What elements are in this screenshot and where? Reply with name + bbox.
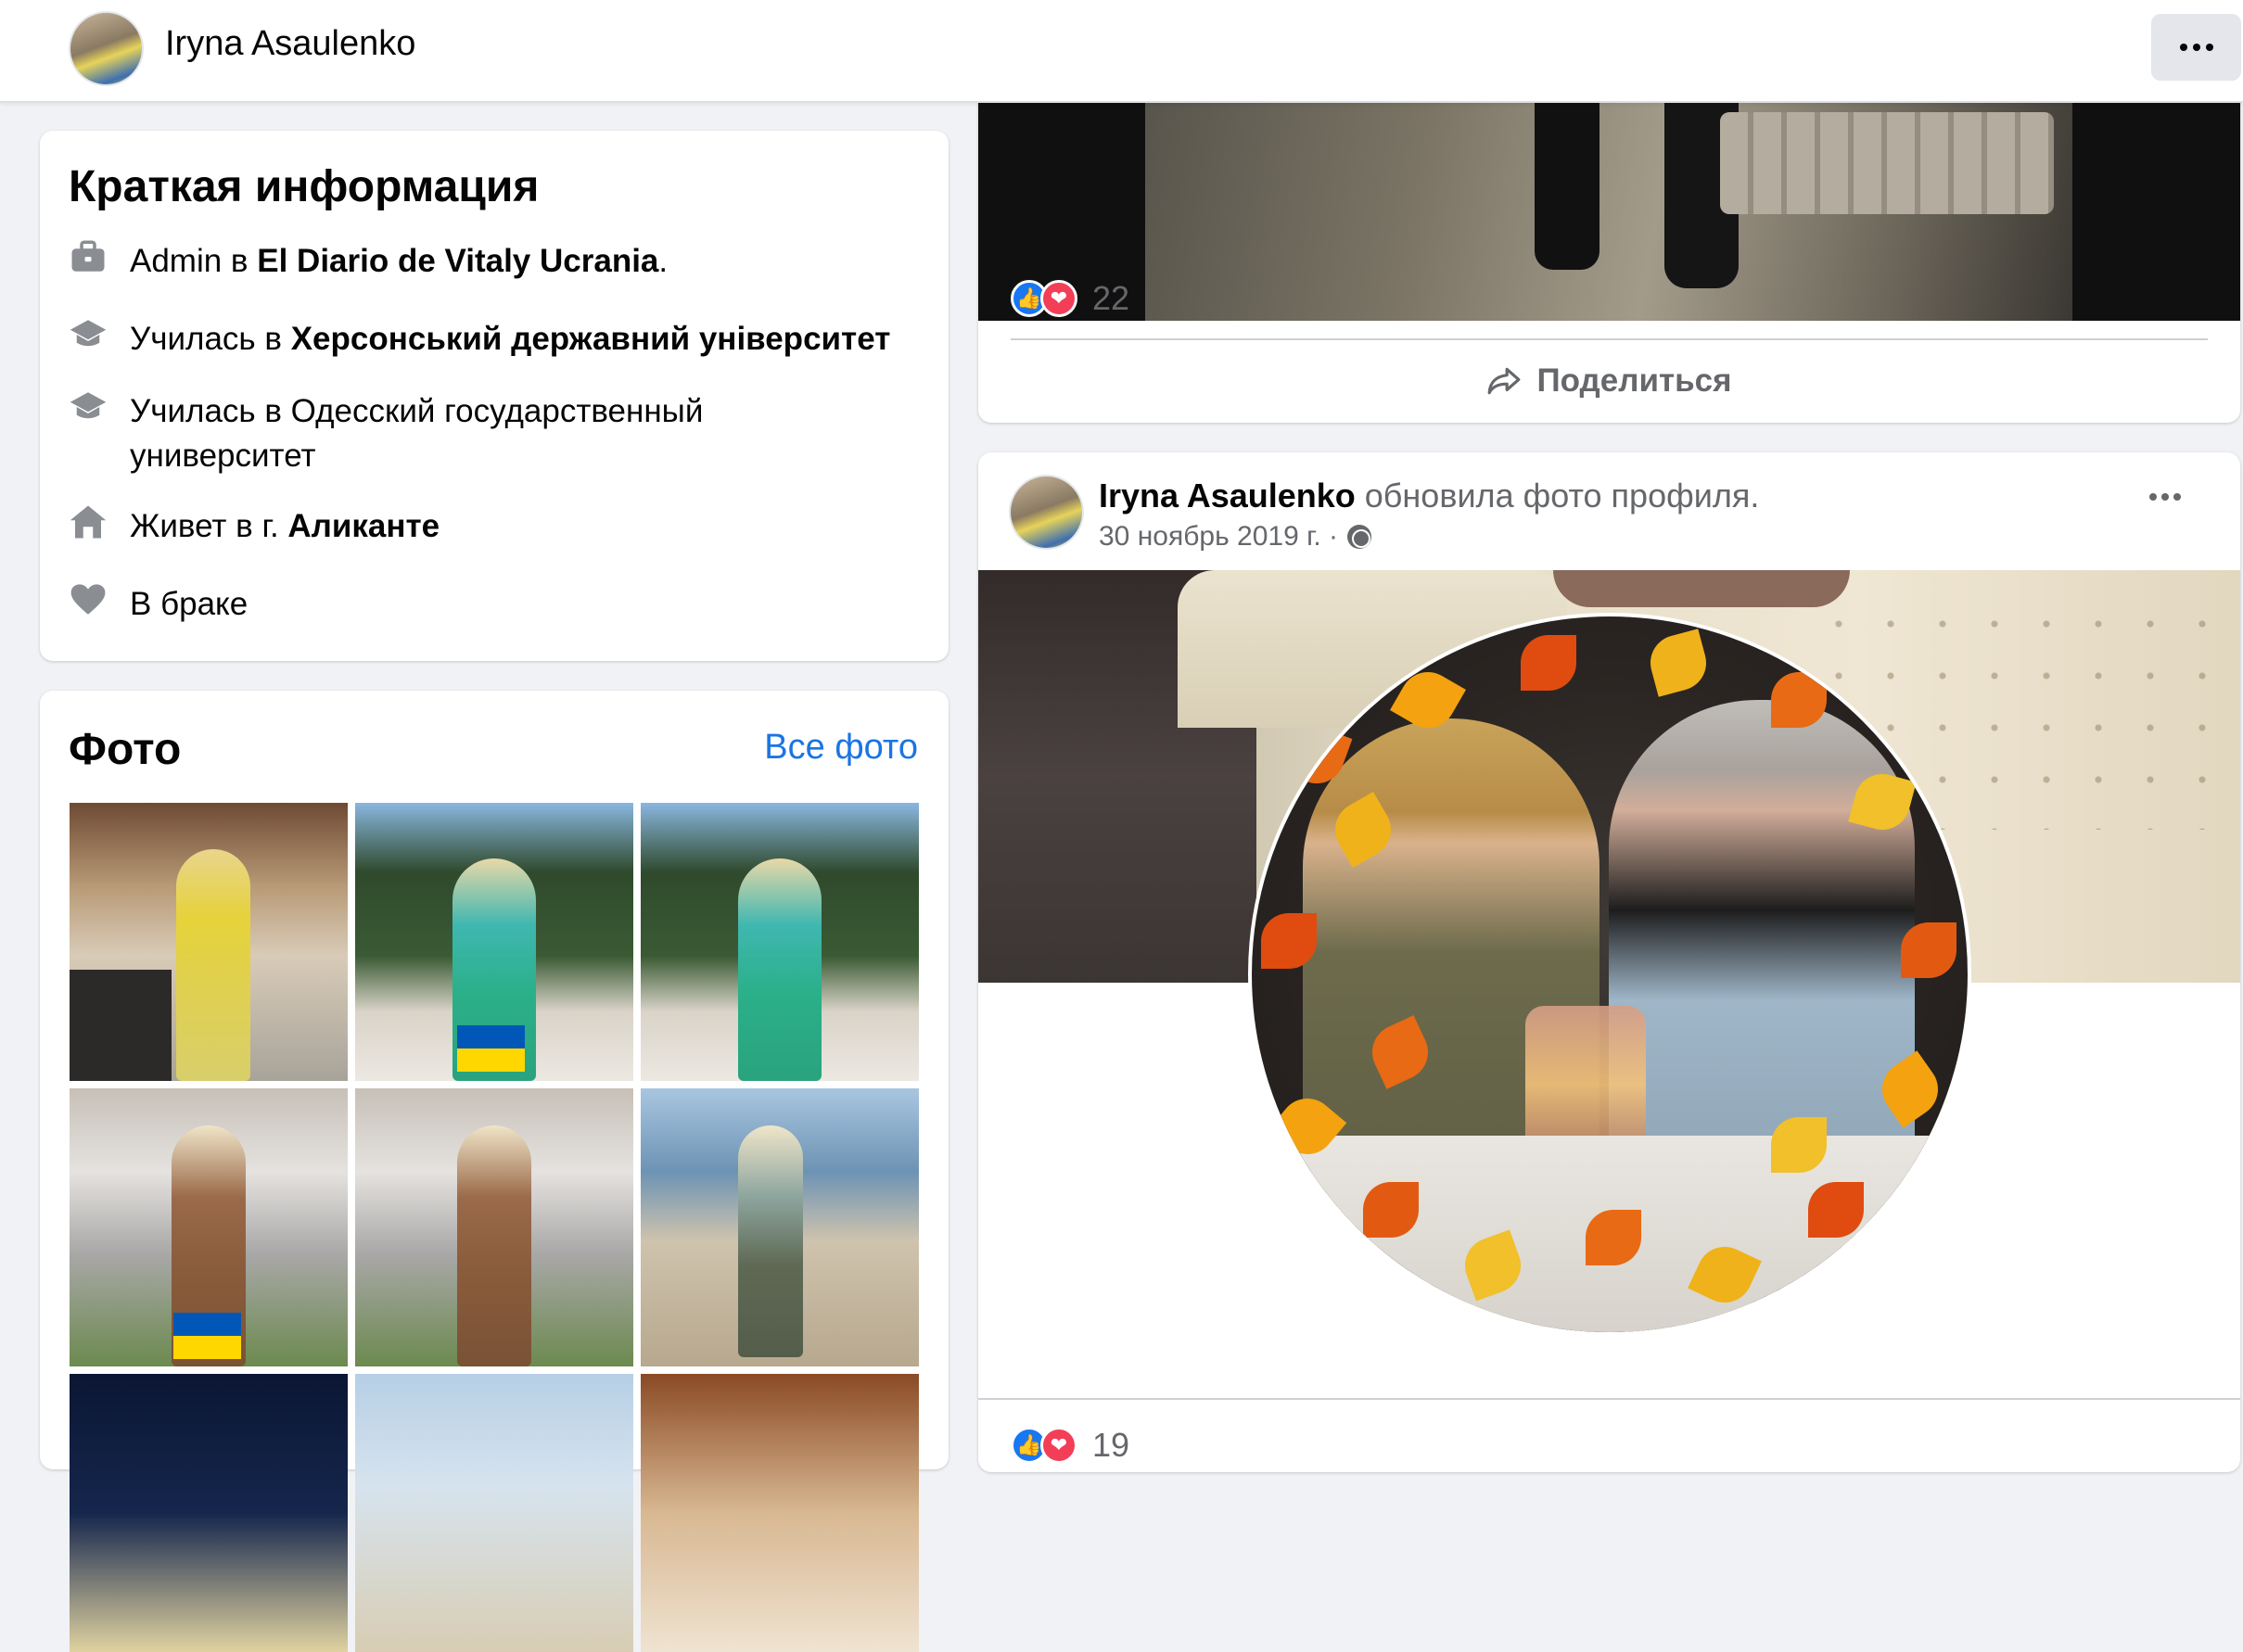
intro-location-link[interactable]: Аликанте [287, 508, 440, 544]
post-author-avatar[interactable] [1009, 475, 1084, 550]
photo-thumbnail[interactable] [70, 1374, 348, 1652]
intro-edu2-line1: Училась в Одесский государственный [130, 393, 704, 429]
briefcase-icon [71, 240, 105, 272]
photo-thumbnail[interactable] [355, 1088, 633, 1366]
profile-avatar[interactable] [69, 11, 144, 86]
reactions-summary[interactable]: 👍 ❤ 19 [1011, 1426, 1129, 1465]
intro-item-education-2: Училась в Одесский государственный универ… [69, 389, 703, 478]
ellipsis-icon-dot [2161, 493, 2169, 501]
ellipsis-icon-dot [2192, 44, 2200, 51]
intro-item-work: Admin в El Diario de Vitaly Ucrania. [69, 239, 668, 284]
post-action-text: обновила фото профиля. [1355, 477, 1760, 515]
heart-icon [70, 584, 106, 615]
love-reaction-icon: ❤ [1040, 1427, 1077, 1464]
photo-thumbnail[interactable] [355, 803, 633, 1081]
photo-thumbnail[interactable] [641, 1374, 919, 1652]
profile-name[interactable]: Iryna Asaulenko [165, 24, 415, 64]
ellipsis-icon [2179, 44, 2187, 51]
intro-edu1-link[interactable]: Херсонський державний університет [291, 321, 891, 357]
divider [1011, 338, 2208, 340]
intro-work-link[interactable]: El Diario de Vitaly Ucrania [257, 243, 658, 279]
intro-item-relationship: В браке [69, 582, 248, 627]
intro-item-location: Живет в г. Аликанте [69, 504, 440, 549]
post-options-button[interactable] [2149, 493, 2181, 501]
home-icon [70, 505, 107, 539]
post-photo[interactable] [978, 103, 2240, 321]
all-photos-link[interactable]: Все фото [764, 728, 918, 768]
ukraine-flag-icon [173, 1313, 241, 1359]
graduation-cap-icon [70, 320, 107, 347]
reaction-count: 19 [1092, 1426, 1130, 1464]
ellipsis-icon-dot [2173, 493, 2181, 501]
post-author-name[interactable]: Iryna Asaulenko [1099, 477, 1356, 515]
feed-post: 👍 ❤ 22 Поделиться [978, 65, 2240, 423]
intro-title: Краткая информация [69, 162, 540, 211]
intro-location-prefix: Живет в г. [130, 508, 288, 544]
intro-work-prefix: Admin в [130, 243, 258, 279]
love-reaction-icon: ❤ [1040, 280, 1077, 317]
photo-thumbnail[interactable] [355, 1374, 633, 1652]
post-header: Iryna Asaulenko обновила фото профиля. [1099, 477, 1759, 515]
feed-post: Iryna Asaulenko обновила фото профиля. 3… [978, 452, 2240, 1472]
intro-edu1-prefix: Училась в [130, 321, 291, 357]
profile-picture-circle[interactable] [1248, 613, 1971, 1336]
post-timestamp[interactable]: 30 ноябрь 2019 г. · [1099, 521, 1372, 553]
intro-relationship-text: В браке [130, 586, 249, 622]
profile-header-bar: Iryna Asaulenko [0, 0, 2243, 103]
photo-thumbnail[interactable] [641, 1088, 919, 1366]
share-icon [1488, 367, 1521, 395]
divider [978, 1398, 2240, 1400]
share-label: Поделиться [1536, 362, 1732, 399]
more-options-button[interactable] [2151, 14, 2241, 81]
photos-title: Фото [69, 725, 182, 774]
intro-item-education-1: Училась в Херсонський державний універси… [69, 317, 890, 362]
photo-thumbnail[interactable] [70, 803, 348, 1081]
graduation-cap-icon [70, 392, 107, 419]
photo-thumbnail[interactable] [641, 803, 919, 1081]
ukraine-flag-icon [457, 1025, 525, 1072]
ellipsis-icon-dot [2205, 44, 2213, 51]
reaction-count: 22 [1092, 279, 1130, 317]
intro-card: Краткая информация Admin в El Diario de … [40, 131, 949, 661]
reactions-summary[interactable]: 👍 ❤ 22 [1011, 279, 1129, 318]
ellipsis-icon [2149, 493, 2157, 501]
post-date-text: 30 ноябрь 2019 г. · [1099, 521, 1339, 552]
globe-icon [1347, 525, 1372, 549]
intro-work-suffix: . [658, 243, 669, 279]
intro-edu2-line2: университет [130, 438, 316, 474]
photo-thumbnail[interactable] [70, 1088, 348, 1366]
share-button[interactable]: Поделиться [978, 358, 2240, 404]
photos-card: Фото Все фото [40, 691, 949, 1652]
